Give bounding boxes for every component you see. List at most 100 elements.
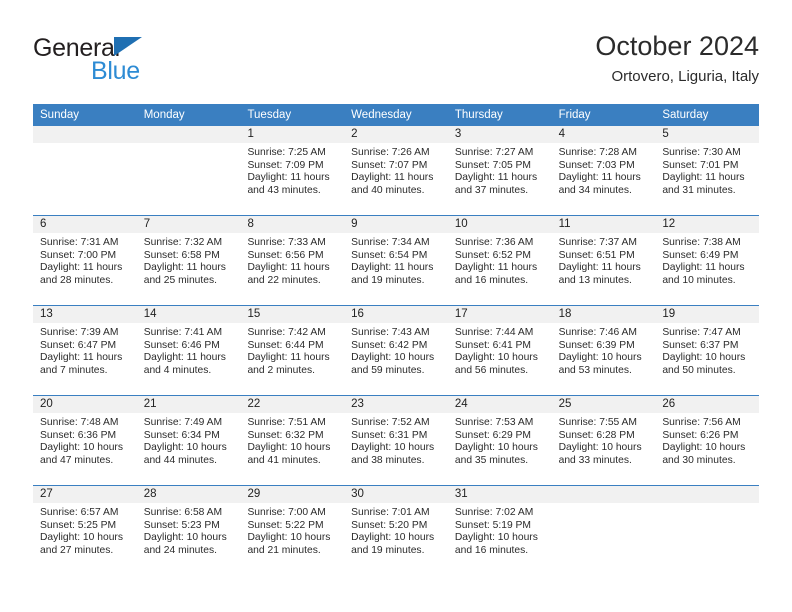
- calendar-day-cell[interactable]: 22 Sunrise: 7:51 AM Sunset: 6:32 PM Dayligh…: [240, 396, 345, 485]
- calendar-week-row: 6 Sunrise: 7:31 AM Sunset: 7:00 PM Daylight…: [33, 215, 760, 305]
- daylight-line-1: Daylight: 10 hours: [40, 532, 123, 544]
- sunrise-line: Sunrise: 7:33 AM: [247, 237, 326, 248]
- daylight-line-1: Daylight: 10 hours: [351, 352, 435, 364]
- calendar-week-row: 20 Sunrise: 7:48 AM Sunset: 6:36 PM Dayligh…: [33, 395, 760, 485]
- calendar-day-cell[interactable]: 1 Sunrise: 7:25 AM Sunset: 7:09 PM Daylight…: [240, 126, 345, 215]
- day-number: 4: [551, 126, 656, 143]
- calendar-day-cell[interactable]: 10 Sunrise: 7:36 AM Sunset: 6:52 PM Dayligh…: [447, 216, 552, 305]
- sun-info: Sunrise: 6:57 AM Sunset: 5:25 PM Daylight:…: [33, 503, 137, 557]
- sunset-line: Sunset: 6:37 PM: [662, 339, 739, 351]
- calendar-page: General Blue October 2024 Ortovero, Ligu…: [0, 0, 792, 612]
- calendar-week-row: 1 Sunrise: 7:25 AM Sunset: 7:09 PM Daylight…: [33, 126, 760, 215]
- calendar-day-cell[interactable]: 29 Sunrise: 7:00 AM Sunset: 5:22 PM Dayligh…: [240, 486, 345, 575]
- sunset-line: Sunset: 7:09 PM: [247, 159, 324, 171]
- title-block: October 2024 Ortovero, Liguria, Italy: [595, 30, 759, 86]
- calendar-day-cell[interactable]: 19 Sunrise: 7:47 AM Sunset: 6:37 PM Dayligh…: [655, 306, 760, 395]
- calendar-day-cell[interactable]: 20 Sunrise: 7:48 AM Sunset: 6:36 PM Dayligh…: [33, 396, 137, 485]
- calendar-day-cell[interactable]: 8 Sunrise: 7:33 AM Sunset: 6:56 PM Daylight…: [240, 216, 345, 305]
- calendar-day-cell[interactable]: 13 Sunrise: 7:39 AM Sunset: 6:47 PM Dayligh…: [33, 306, 137, 395]
- sunset-line: Sunset: 6:52 PM: [454, 249, 532, 261]
- calendar-weeks: 1 Sunrise: 7:25 AM Sunset: 7:09 PM Daylight…: [33, 126, 760, 575]
- calendar-day-cell-empty: [551, 486, 656, 575]
- daylight-line-2: and 7 minutes.: [40, 364, 108, 376]
- sunrise-line: Sunrise: 7:56 AM: [662, 417, 741, 428]
- sun-info: Sunrise: 7:30 AM Sunset: 7:01 PM Daylight:…: [655, 143, 759, 197]
- sunrise-line: Sunrise: 7:27 AM: [454, 147, 534, 158]
- sun-info: Sunrise: 7:53 AM Sunset: 6:29 PM Daylight:…: [448, 413, 552, 467]
- day-number: 11: [551, 216, 656, 233]
- calendar-week-row: 13 Sunrise: 7:39 AM Sunset: 6:47 PM Dayligh…: [33, 305, 760, 395]
- sunset-line: Sunset: 6:44 PM: [247, 339, 324, 351]
- calendar-day-cell[interactable]: 4 Sunrise: 7:28 AM Sunset: 7:03 PM Daylight…: [551, 126, 656, 215]
- calendar-day-cell[interactable]: 7 Sunrise: 7:32 AM Sunset: 6:58 PM Daylight…: [136, 216, 241, 305]
- calendar-day-cell[interactable]: 24 Sunrise: 7:53 AM Sunset: 6:29 PM Dayligh…: [447, 396, 552, 485]
- sunrise-line: Sunrise: 7:43 AM: [351, 327, 430, 338]
- daylight-line-2: and 41 minutes.: [247, 454, 321, 466]
- day-number: [551, 486, 656, 503]
- sunset-line: Sunset: 6:42 PM: [351, 339, 428, 351]
- calendar-day-cell[interactable]: 28 Sunrise: 6:58 AM Sunset: 5:23 PM Dayligh…: [136, 486, 241, 575]
- day-number: 26: [655, 396, 760, 413]
- sun-info: Sunrise: 7:56 AM Sunset: 6:26 PM Daylight:…: [655, 413, 759, 467]
- sunset-line: Sunset: 6:34 PM: [143, 429, 220, 441]
- daylight-line-1: Daylight: 11 hours: [40, 262, 123, 274]
- calendar-day-cell[interactable]: 26 Sunrise: 7:56 AM Sunset: 6:26 PM Dayligh…: [655, 396, 760, 485]
- daylight-line-1: Daylight: 10 hours: [351, 442, 435, 454]
- sun-info: Sunrise: 7:41 AM Sunset: 6:46 PM Daylight:…: [137, 323, 241, 377]
- sunset-line: Sunset: 6:36 PM: [40, 429, 117, 441]
- calendar-day-cell[interactable]: 15 Sunrise: 7:42 AM Sunset: 6:44 PM Dayligh…: [240, 306, 345, 395]
- calendar-day-cell[interactable]: 14 Sunrise: 7:41 AM Sunset: 6:46 PM Dayligh…: [136, 306, 241, 395]
- calendar-day-cell[interactable]: 18 Sunrise: 7:46 AM Sunset: 6:39 PM Dayligh…: [551, 306, 656, 395]
- day-number: 19: [655, 306, 760, 323]
- daylight-line-2: and 31 minutes.: [662, 184, 736, 196]
- weekday-thursday: Thursday: [454, 109, 503, 121]
- sunrise-line: Sunrise: 7:01 AM: [351, 507, 430, 518]
- sun-info: Sunrise: 7:51 AM Sunset: 6:32 PM Daylight:…: [240, 413, 344, 467]
- calendar-day-cell[interactable]: 2 Sunrise: 7:26 AM Sunset: 7:07 PM Daylight…: [344, 126, 448, 215]
- sunrise-line: Sunrise: 7:41 AM: [143, 327, 223, 338]
- sunset-line: Sunset: 6:51 PM: [558, 249, 635, 261]
- weekday-wednesday: Wednesday: [351, 109, 412, 121]
- sun-info: Sunrise: 7:37 AM Sunset: 6:51 PM Daylight:…: [552, 233, 656, 287]
- calendar-day-cell[interactable]: 17 Sunrise: 7:44 AM Sunset: 6:41 PM Dayligh…: [447, 306, 552, 395]
- daylight-line-1: Daylight: 10 hours: [662, 352, 746, 364]
- day-number: 22: [240, 396, 345, 413]
- sunrise-line: Sunrise: 7:47 AM: [662, 327, 741, 338]
- day-number: 9: [344, 216, 448, 233]
- calendar-day-cell[interactable]: 21 Sunrise: 7:49 AM Sunset: 6:34 PM Dayligh…: [136, 396, 241, 485]
- calendar-day-cell[interactable]: 12 Sunrise: 7:38 AM Sunset: 6:49 PM Dayligh…: [655, 216, 760, 305]
- calendar-day-cell[interactable]: 30 Sunrise: 7:01 AM Sunset: 5:20 PM Dayligh…: [344, 486, 448, 575]
- sun-info: Sunrise: 7:44 AM Sunset: 6:41 PM Daylight:…: [448, 323, 552, 377]
- calendar-day-cell[interactable]: 11 Sunrise: 7:37 AM Sunset: 6:51 PM Dayligh…: [551, 216, 656, 305]
- daylight-line-1: Daylight: 11 hours: [143, 352, 226, 364]
- daylight-line-2: and 33 minutes.: [558, 454, 632, 466]
- day-number: 28: [136, 486, 241, 503]
- sunset-line: Sunset: 7:01 PM: [662, 159, 739, 171]
- general-blue-logo[interactable]: General Blue: [33, 34, 223, 90]
- calendar-day-cell[interactable]: 27 Sunrise: 6:57 AM Sunset: 5:25 PM Dayligh…: [33, 486, 137, 575]
- sun-info: Sunrise: 7:55 AM Sunset: 6:28 PM Daylight:…: [552, 413, 656, 467]
- sunset-line: Sunset: 6:29 PM: [454, 429, 532, 441]
- calendar-day-cell[interactable]: 6 Sunrise: 7:31 AM Sunset: 7:00 PM Daylight…: [33, 216, 137, 305]
- sun-info: Sunrise: 7:49 AM Sunset: 6:34 PM Daylight:…: [137, 413, 241, 467]
- sun-info: Sunrise: 7:42 AM Sunset: 6:44 PM Daylight:…: [240, 323, 344, 377]
- sunset-line: Sunset: 5:25 PM: [40, 519, 117, 531]
- calendar-day-cell[interactable]: 23 Sunrise: 7:52 AM Sunset: 6:31 PM Dayligh…: [344, 396, 448, 485]
- day-number: [136, 126, 241, 143]
- daylight-line-2: and 24 minutes.: [143, 544, 217, 556]
- weekday-sunday: Sunday: [40, 109, 80, 121]
- daylight-line-2: and 43 minutes.: [247, 184, 321, 196]
- calendar-day-cell[interactable]: 5 Sunrise: 7:30 AM Sunset: 7:01 PM Daylight…: [655, 126, 760, 215]
- day-number: 17: [447, 306, 552, 323]
- calendar-day-cell[interactable]: 25 Sunrise: 7:55 AM Sunset: 6:28 PM Dayligh…: [551, 396, 656, 485]
- calendar-day-cell[interactable]: 9 Sunrise: 7:34 AM Sunset: 6:54 PM Daylight…: [344, 216, 448, 305]
- sun-info: Sunrise: 7:43 AM Sunset: 6:42 PM Daylight:…: [344, 323, 448, 377]
- sun-info: Sunrise: 7:32 AM Sunset: 6:58 PM Daylight:…: [137, 233, 241, 287]
- day-number: 23: [344, 396, 448, 413]
- calendar-day-cell[interactable]: 16 Sunrise: 7:43 AM Sunset: 6:42 PM Dayligh…: [344, 306, 448, 395]
- calendar-day-cell[interactable]: 3 Sunrise: 7:27 AM Sunset: 7:05 PM Daylight…: [447, 126, 552, 215]
- daylight-line-1: Daylight: 10 hours: [351, 532, 435, 544]
- calendar-day-cell[interactable]: 31 Sunrise: 7:02 AM Sunset: 5:19 PM Dayligh…: [447, 486, 552, 575]
- day-number: [33, 126, 137, 143]
- day-number: 1: [240, 126, 345, 143]
